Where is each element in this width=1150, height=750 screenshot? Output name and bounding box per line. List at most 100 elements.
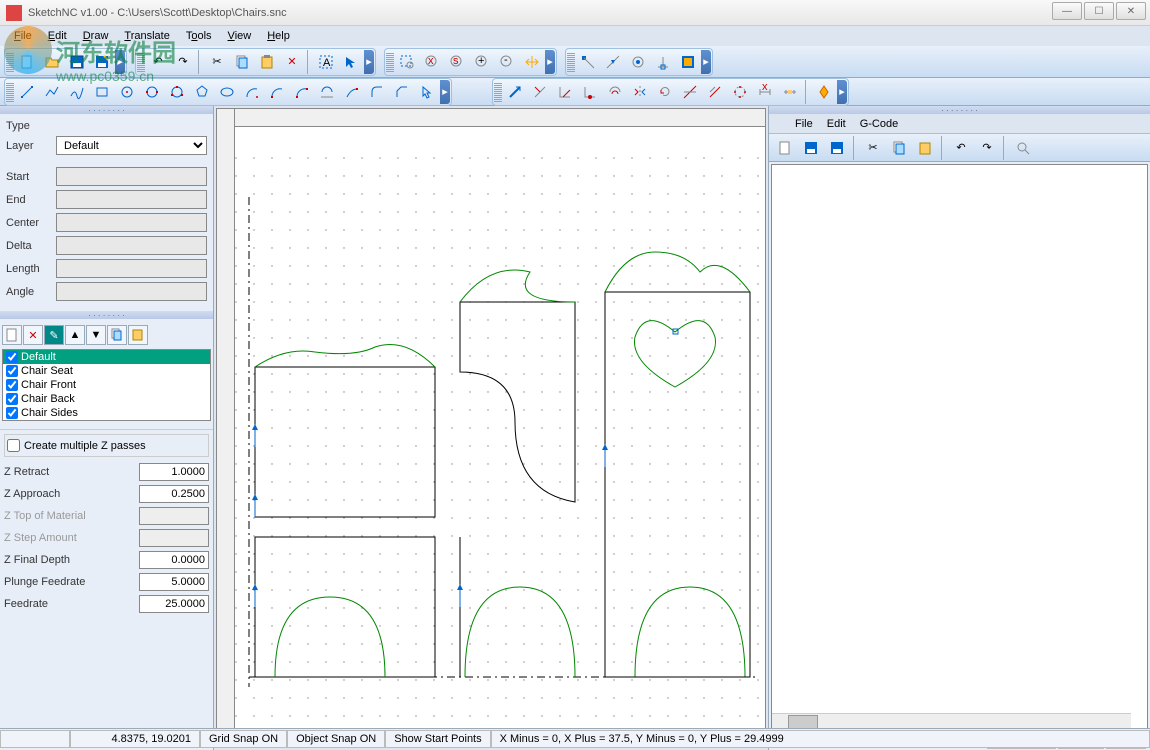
menu-help[interactable]: Help xyxy=(261,28,296,44)
circle-center-button[interactable] xyxy=(115,80,139,104)
line-button[interactable] xyxy=(15,80,39,104)
layer-down-button[interactable]: ▼ xyxy=(86,325,106,345)
circle-3pt-button[interactable] xyxy=(165,80,189,104)
zoom-s-button[interactable]: s xyxy=(445,50,469,74)
gc-redo-button[interactable]: ↷ xyxy=(975,136,999,160)
zoom-window-button[interactable] xyxy=(395,50,419,74)
select-text-button[interactable]: A xyxy=(314,50,338,74)
toolbar-handle[interactable] xyxy=(567,52,575,72)
save-as-button[interactable] xyxy=(90,50,114,74)
toolbar-handle[interactable] xyxy=(137,52,145,72)
layer-paste-button[interactable] xyxy=(128,325,148,345)
feedrate-input[interactable] xyxy=(139,595,209,613)
polyline-button[interactable] xyxy=(40,80,64,104)
gc-save-button[interactable] xyxy=(799,136,823,160)
delete-button[interactable]: ✕ xyxy=(280,50,304,74)
paste-button[interactable] xyxy=(255,50,279,74)
save-button[interactable] xyxy=(65,50,89,74)
break-button[interactable] xyxy=(578,80,602,104)
z-final-input[interactable] xyxy=(139,551,209,569)
toolbar-dropdown-icon[interactable]: ▸ xyxy=(115,50,125,74)
spline-button[interactable] xyxy=(65,80,89,104)
minimize-button[interactable]: — xyxy=(1052,2,1082,20)
select-arrow-button[interactable] xyxy=(339,50,363,74)
layer-checkbox[interactable] xyxy=(6,379,18,391)
toolbar-dropdown-icon[interactable]: ▸ xyxy=(701,50,711,74)
zoom-out-button[interactable]: - xyxy=(495,50,519,74)
layer-checkbox[interactable] xyxy=(6,407,18,419)
rect-button[interactable] xyxy=(90,80,114,104)
pan-button[interactable] xyxy=(520,50,544,74)
plunge-input[interactable] xyxy=(139,573,209,591)
toolbar-handle[interactable] xyxy=(6,52,14,72)
fillet-button[interactable] xyxy=(365,80,389,104)
layer-delete-button[interactable]: ✕ xyxy=(23,325,43,345)
circular-array-button[interactable] xyxy=(728,80,752,104)
snap-center-button[interactable] xyxy=(626,50,650,74)
circle-2pt-button[interactable] xyxy=(140,80,164,104)
redo-button[interactable]: ↷ xyxy=(171,50,195,74)
gc-saveas-button[interactable] xyxy=(825,136,849,160)
gcode-editor[interactable] xyxy=(771,164,1148,730)
gc-undo-button[interactable]: ↶ xyxy=(949,136,973,160)
gc-paste-button[interactable] xyxy=(913,136,937,160)
gcode-menu-edit[interactable]: Edit xyxy=(821,116,852,132)
move-button[interactable] xyxy=(503,80,527,104)
panel-handle[interactable]: · · · · · · · · xyxy=(0,106,213,114)
undo-button[interactable]: ↶ xyxy=(146,50,170,74)
layer-checkbox[interactable] xyxy=(6,393,18,405)
ellipse-button[interactable] xyxy=(215,80,239,104)
scale-button[interactable] xyxy=(678,80,702,104)
z-retract-input[interactable] xyxy=(139,463,209,481)
gcode-menu-file[interactable]: File xyxy=(789,116,819,132)
toolbar-dropdown-icon[interactable]: ▸ xyxy=(837,80,847,104)
rotate-button[interactable] xyxy=(653,80,677,104)
panel-handle[interactable]: · · · · · · · · xyxy=(0,311,213,319)
snap-midpoint-button[interactable] xyxy=(601,50,625,74)
layer-checkbox[interactable] xyxy=(6,365,18,377)
status-showstart[interactable]: Show Start Points xyxy=(385,730,490,748)
open-button[interactable] xyxy=(40,50,64,74)
menu-edit[interactable]: Edit xyxy=(42,28,73,44)
layer-new-button[interactable] xyxy=(2,325,22,345)
layer-up-button[interactable]: ▲ xyxy=(65,325,85,345)
select-tool-button[interactable] xyxy=(415,80,439,104)
arc-continue-button[interactable] xyxy=(340,80,364,104)
gc-copy-button[interactable] xyxy=(887,136,911,160)
gcode-menu-gcode[interactable]: G-Code xyxy=(854,116,905,132)
measure-button[interactable]: x xyxy=(753,80,777,104)
snap-perp-button[interactable] xyxy=(651,50,675,74)
layer-item[interactable]: Chair Back xyxy=(3,392,210,406)
panel-handle[interactable]: · · · · · · · · xyxy=(769,106,1150,114)
arc-center-button[interactable] xyxy=(240,80,264,104)
trim-button[interactable] xyxy=(553,80,577,104)
layer-checkbox[interactable] xyxy=(6,351,18,363)
polygon-button[interactable] xyxy=(190,80,214,104)
cut-button[interactable]: ✂ xyxy=(205,50,229,74)
toolbar-handle[interactable] xyxy=(494,82,502,102)
toolbar-handle[interactable] xyxy=(386,52,394,72)
close-button[interactable]: ✕ xyxy=(1116,2,1146,20)
menu-file[interactable]: File xyxy=(8,28,38,44)
copy-button[interactable] xyxy=(230,50,254,74)
z-approach-input[interactable] xyxy=(139,485,209,503)
layer-item[interactable]: Chair Front xyxy=(3,378,210,392)
layer-edit-button[interactable]: ✎ xyxy=(44,325,64,345)
arc-3pt-button[interactable] xyxy=(290,80,314,104)
array-button[interactable] xyxy=(703,80,727,104)
toolbar-handle[interactable] xyxy=(6,82,14,102)
chamfer-button[interactable] xyxy=(390,80,414,104)
layer-item[interactable]: Default xyxy=(3,350,210,364)
toolbar-dropdown-icon[interactable]: ▸ xyxy=(440,80,450,104)
maximize-button[interactable]: ☐ xyxy=(1084,2,1114,20)
menu-draw[interactable]: Draw xyxy=(77,28,115,44)
gcode-gen-button[interactable] xyxy=(812,80,836,104)
z-passes-checkbox[interactable] xyxy=(7,439,20,452)
layer-copy-button[interactable] xyxy=(107,325,127,345)
menu-view[interactable]: View xyxy=(222,28,258,44)
gcode-scrollbar[interactable] xyxy=(772,713,1131,729)
toolbar-dropdown-icon[interactable]: ▸ xyxy=(364,50,374,74)
new-button[interactable] xyxy=(15,50,39,74)
zoom-x-button[interactable]: x xyxy=(420,50,444,74)
menu-translate[interactable]: Translate xyxy=(118,28,175,44)
